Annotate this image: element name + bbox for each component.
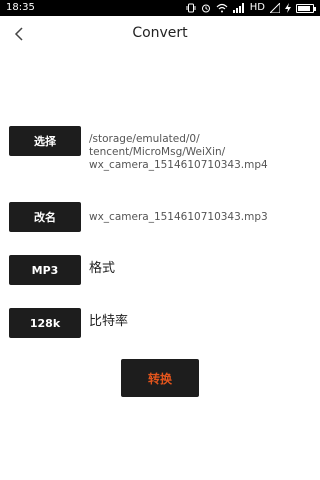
bitrate-label: 比特率 — [89, 314, 129, 329]
charging-icon — [285, 3, 291, 13]
battery-icon — [296, 3, 316, 13]
page-title: Convert — [132, 25, 188, 41]
vibrate-icon — [186, 3, 196, 13]
status-icons: HD — [186, 0, 316, 16]
top-bar: Convert — [0, 16, 320, 52]
status-bar: 18:35 HD — [0, 0, 320, 16]
signal-icon-secondary — [270, 3, 280, 13]
selected-file-path: /storage/emulated/0/ tencent/MicroMsg/We… — [89, 133, 268, 171]
wifi-icon — [216, 3, 228, 13]
select-file-button[interactable]: 选择 — [9, 126, 81, 156]
status-time: 18:35 — [6, 2, 35, 13]
bitrate-select-button[interactable]: 128k — [9, 308, 81, 338]
convert-button[interactable]: 转换 — [121, 359, 199, 397]
signal-icon — [232, 3, 245, 13]
rename-button[interactable]: 改名 — [9, 202, 81, 232]
format-label: 格式 — [89, 261, 116, 276]
network-type-label: HD — [249, 2, 265, 13]
format-select-button[interactable]: MP3 — [9, 255, 81, 285]
output-filename: wx_camera_1514610710343.mp3 — [89, 211, 268, 223]
alarm-icon — [201, 4, 210, 13]
